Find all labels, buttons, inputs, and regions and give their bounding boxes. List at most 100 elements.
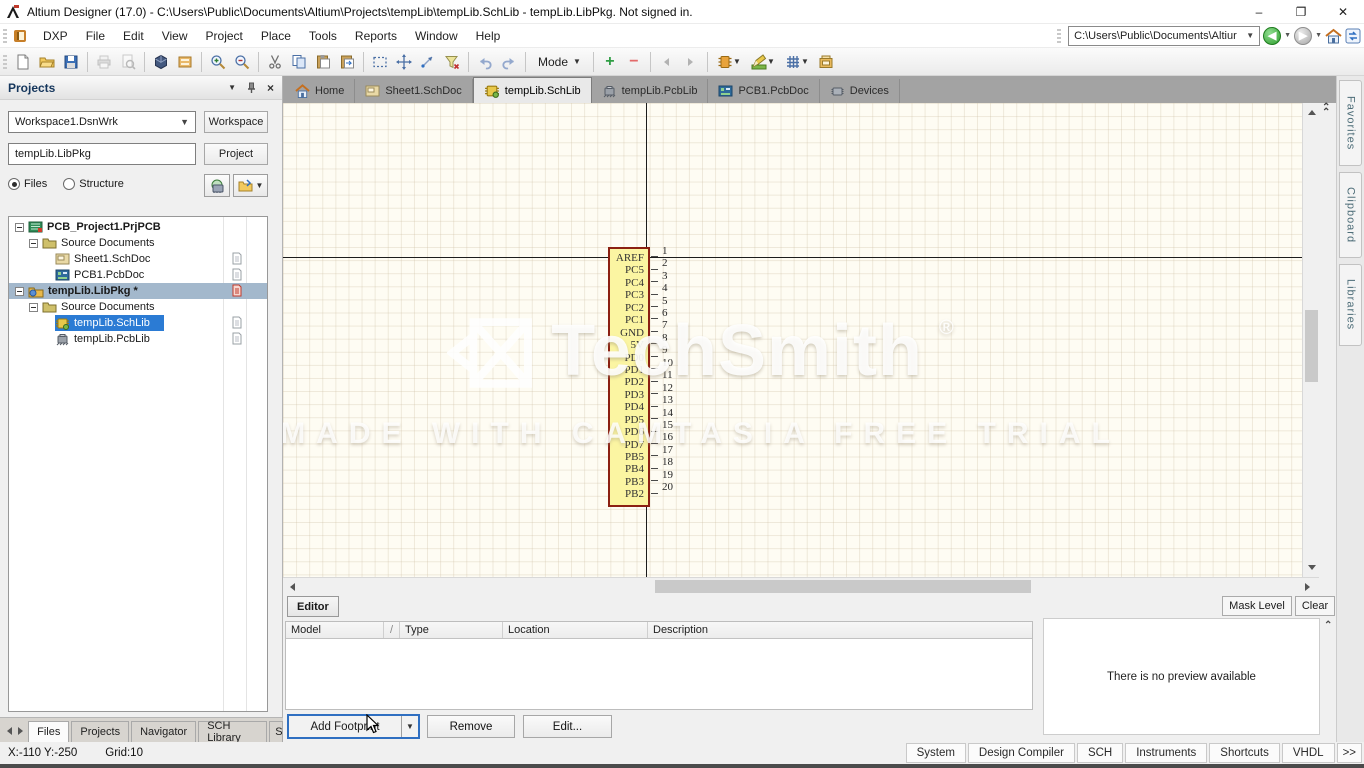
- pin-name-PC2[interactable]: PC2: [610, 302, 648, 314]
- pin-stub-16[interactable]: [651, 443, 658, 444]
- column-type[interactable]: Type: [400, 622, 503, 638]
- menu-project[interactable]: Project: [197, 25, 252, 47]
- open-project-button[interactable]: ▼: [233, 174, 268, 197]
- workspace-button[interactable]: Workspace: [204, 111, 268, 133]
- menu-view[interactable]: View: [153, 25, 197, 47]
- pin-name-PB5[interactable]: PB5: [610, 451, 648, 463]
- nav-back-button[interactable]: ◀: [1263, 27, 1281, 45]
- pin-name-PD2[interactable]: PD2: [610, 376, 648, 388]
- canvas-vertical-scrollbar[interactable]: [1302, 103, 1319, 577]
- panel-pin-icon[interactable]: [246, 82, 257, 94]
- print-preview-button[interactable]: [116, 51, 140, 73]
- drawing-tools-dropdown[interactable]: ▼: [746, 51, 780, 73]
- right-tab-clipboard[interactable]: Clipboard: [1339, 172, 1362, 258]
- sync-icon[interactable]: [1345, 28, 1361, 44]
- close-button[interactable]: ✕: [1322, 0, 1364, 24]
- menu-tools[interactable]: Tools: [300, 25, 346, 47]
- remove-button[interactable]: Remove: [427, 715, 515, 738]
- tree-row-templib-libpkg[interactable]: tempLib.LibPkg *: [9, 283, 267, 299]
- document-options-button[interactable]: [814, 51, 838, 73]
- add-footprint-caret-icon[interactable]: ▼: [401, 716, 418, 737]
- next-mode-button[interactable]: [679, 51, 703, 73]
- minimize-button[interactable]: –: [1238, 0, 1280, 24]
- pin-stub-9[interactable]: [651, 356, 658, 357]
- pin-name-PD4[interactable]: PD4: [610, 401, 648, 413]
- status-button-shortcuts[interactable]: Shortcuts: [1209, 743, 1280, 763]
- tree-row-templib-pcblib[interactable]: tempLib.PcbLib: [9, 331, 267, 347]
- sort-indicator[interactable]: /: [384, 622, 400, 638]
- component-view-button[interactable]: [204, 174, 230, 197]
- doc-tab-pcb1-pcbdoc[interactable]: PCB1.PcbDoc: [708, 79, 819, 103]
- column-description[interactable]: Description: [648, 622, 1032, 638]
- home-icon[interactable]: [1325, 28, 1342, 44]
- pin-name-PC3[interactable]: PC3: [610, 289, 648, 301]
- pin-stub-4[interactable]: [651, 294, 658, 295]
- ic-component-dropdown[interactable]: ▼: [712, 51, 746, 73]
- tree-row-pcb-project[interactable]: PCB_Project1.PrjPCB: [9, 219, 267, 235]
- menu-window[interactable]: Window: [406, 25, 467, 47]
- schematic-canvas[interactable]: AREFPC5PC4PC3PC2PC1GND5VPD0PD1PD2PD3PD4P…: [283, 103, 1302, 577]
- pin-stub-14[interactable]: [651, 418, 658, 419]
- address-caret-icon[interactable]: ▼: [1246, 31, 1254, 40]
- menu-dxp[interactable]: DXP: [34, 25, 77, 47]
- doc-tab-devices[interactable]: Devices: [820, 79, 900, 103]
- clear-filter-button[interactable]: [440, 51, 464, 73]
- status-button-system[interactable]: System: [906, 743, 966, 763]
- undo-button[interactable]: [473, 51, 497, 73]
- pin-name-PD5[interactable]: PD5: [610, 414, 648, 426]
- edit-button[interactable]: Edit...: [523, 715, 612, 738]
- pin-name-PC5[interactable]: PC5: [610, 264, 648, 276]
- nav-back-caret-icon[interactable]: ▼: [1284, 32, 1291, 39]
- scroll-right-icon[interactable]: [1300, 579, 1315, 594]
- panel-tab-sch-library[interactable]: SCH Library: [198, 721, 267, 742]
- model-table[interactable]: Model / Type Location Description: [285, 621, 1033, 710]
- pin-stub-19[interactable]: [651, 480, 658, 481]
- menu-file[interactable]: File: [77, 25, 114, 47]
- mode-dropdown[interactable]: Mode▼: [530, 53, 589, 71]
- pin-name-PB4[interactable]: PB4: [610, 463, 648, 475]
- tree-row-source-documents-2[interactable]: Source Documents: [9, 299, 267, 315]
- print-button[interactable]: [92, 51, 116, 73]
- tree-row-pcb1[interactable]: PCB1.PcbDoc: [9, 267, 267, 283]
- scroll-down-icon[interactable]: [1304, 560, 1319, 575]
- move-button[interactable]: [392, 51, 416, 73]
- pin-stub-17[interactable]: [651, 455, 658, 456]
- tree-row-sheet1[interactable]: Sheet1.SchDoc: [9, 251, 267, 267]
- address-combobox[interactable]: C:\Users\Public\Documents\Altiur ▼: [1068, 26, 1260, 46]
- previous-mode-button[interactable]: [655, 51, 679, 73]
- clear-button[interactable]: Clear: [1295, 596, 1335, 616]
- collapse-icon[interactable]: [15, 287, 24, 296]
- pin-stub-11[interactable]: [651, 381, 658, 382]
- project-button[interactable]: Project: [204, 143, 268, 165]
- schematic-component-body[interactable]: AREFPC5PC4PC3PC2PC1GND5VPD0PD1PD2PD3PD4P…: [608, 247, 650, 507]
- files-radio[interactable]: Files: [8, 178, 47, 190]
- pin-stub-6[interactable]: [651, 318, 658, 319]
- right-tab-libraries[interactable]: Libraries: [1339, 264, 1362, 346]
- pin-name-PD6[interactable]: PD6: [610, 426, 648, 438]
- pin-stub-3[interactable]: [651, 281, 658, 282]
- scroll-left-icon[interactable]: [285, 579, 300, 594]
- status-button-vhdl[interactable]: VHDL: [1282, 743, 1335, 763]
- remove-mode-button[interactable]: −: [622, 51, 646, 73]
- panel-tab-navigator[interactable]: Navigator: [131, 721, 196, 742]
- doc-tab-templib-pcblib[interactable]: tempLib.PcbLib: [592, 79, 709, 103]
- snap-button[interactable]: [416, 51, 440, 73]
- copy-button[interactable]: [287, 51, 311, 73]
- status-button-sch[interactable]: SCH: [1077, 743, 1123, 763]
- pin-stub-5[interactable]: [651, 306, 658, 307]
- editor-tab-button[interactable]: Editor: [287, 596, 339, 617]
- canvas-horizontal-scrollbar[interactable]: [283, 577, 1319, 594]
- pin-stub-15[interactable]: [651, 431, 658, 432]
- panel-tab-projects[interactable]: Projects: [71, 721, 129, 742]
- tab-scroll-left-icon[interactable]: [4, 721, 15, 740]
- collapse-icon[interactable]: [29, 239, 38, 248]
- pin-stub-2[interactable]: [651, 269, 658, 270]
- pin-stub-18[interactable]: [651, 468, 658, 469]
- pin-name-PD3[interactable]: PD3: [610, 389, 648, 401]
- cut-button[interactable]: [263, 51, 287, 73]
- pin-name-PD1[interactable]: PD1: [610, 364, 648, 376]
- paste-button[interactable]: [311, 51, 335, 73]
- pin-name-5V[interactable]: 5V: [610, 339, 648, 351]
- pin-stub-20[interactable]: [651, 493, 658, 494]
- add-footprint-button[interactable]: Add Footprint: [289, 716, 401, 737]
